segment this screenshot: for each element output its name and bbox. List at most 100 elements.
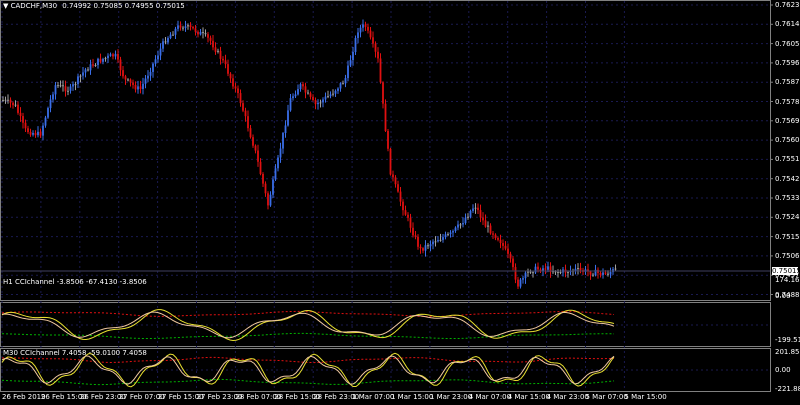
- candle-body: [207, 34, 209, 38]
- candle-body: [534, 266, 537, 273]
- candle-body: [164, 41, 167, 43]
- candle-body: [194, 28, 197, 32]
- candle-body: [354, 37, 357, 53]
- candle-body: [4, 99, 7, 101]
- candle-body: [262, 173, 264, 184]
- candle-body: [162, 41, 164, 49]
- candle-body: [464, 217, 467, 224]
- candle-body: [147, 75, 149, 79]
- price-axis-label: 0.75960: [775, 58, 800, 67]
- h1-lower-band: [2, 332, 615, 339]
- candle-body: [172, 34, 174, 36]
- candle-body: [449, 232, 452, 235]
- candle-body: [117, 53, 119, 60]
- candle-body: [607, 273, 609, 275]
- candle-body: [429, 244, 432, 247]
- time-axis-label: 1 Mar 07:00: [352, 393, 395, 401]
- chart-window[interactable]: ▼ CADCHF,M30 0.74992 0.75085 0.74955 0.7…: [0, 0, 800, 405]
- candle-body: [129, 79, 132, 83]
- candle-body: [289, 98, 292, 111]
- candle-body: [192, 27, 194, 29]
- candle-body: [92, 64, 94, 66]
- candle-body: [64, 86, 67, 92]
- candle-body: [362, 24, 364, 28]
- candle-body: [454, 227, 457, 232]
- candle-body: [149, 71, 152, 76]
- time-axis-label: 26 Feb 2019: [2, 393, 46, 401]
- candle-body: [224, 60, 227, 65]
- candle-body: [482, 217, 484, 221]
- candle-body: [519, 279, 522, 287]
- candle-body: [157, 55, 159, 60]
- candle-body: [139, 86, 142, 89]
- candle-body: [114, 53, 117, 57]
- candle-body: [217, 50, 219, 52]
- candle-body: [239, 93, 242, 104]
- candle-body: [599, 272, 602, 275]
- candle-body: [602, 272, 604, 275]
- candle-body: [94, 64, 97, 66]
- candle-body: [477, 207, 479, 211]
- candle-body: [264, 183, 267, 194]
- candle-body: [49, 99, 52, 109]
- time-axis-label: 5 Mar 15:00: [624, 393, 667, 401]
- m30-cci-caption: M30 CCIchannel 7.4058 -59.0100 7.4058: [3, 349, 147, 357]
- candle-body: [322, 99, 324, 103]
- candle-body: [487, 225, 489, 227]
- candle-body: [494, 234, 497, 239]
- candle-body: [74, 84, 77, 86]
- candle-body: [29, 132, 32, 135]
- candle-body: [127, 79, 129, 81]
- candle-body: [574, 268, 577, 271]
- candle-body: [202, 32, 204, 34]
- h1-axis-min: -199.5141: [775, 336, 800, 344]
- candle-body: [349, 60, 352, 66]
- candle-body: [424, 245, 427, 251]
- candle-body: [392, 174, 394, 178]
- candle-body: [434, 241, 437, 243]
- candle-body: [44, 117, 47, 126]
- time-axis-label: 4 Mar 23:00: [546, 393, 589, 401]
- candle-body: [492, 233, 494, 235]
- time-axis-label: 4 Mar 15:00: [507, 393, 550, 401]
- price-axis-label: 0.76050: [775, 39, 800, 48]
- candle-body: [154, 59, 157, 64]
- candle-body: [329, 94, 332, 97]
- candle-body: [479, 210, 482, 218]
- candle-body: [152, 63, 154, 72]
- candle-body: [387, 130, 389, 149]
- candle-body: [19, 112, 22, 117]
- h1-axis-zero: 0.00: [775, 292, 791, 300]
- candle-body: [17, 104, 19, 113]
- candle-body: [499, 239, 502, 244]
- candle-body: [184, 26, 187, 28]
- candle-body: [212, 40, 214, 48]
- candle-body: [427, 245, 429, 247]
- candle-body: [144, 78, 147, 84]
- candle-body: [199, 32, 202, 35]
- candle-body: [377, 51, 379, 59]
- candle-body: [294, 94, 297, 97]
- candle-body: [229, 73, 232, 79]
- candle-body: [222, 58, 224, 61]
- candle-body: [352, 52, 354, 61]
- chart-menu-arrow-icon[interactable]: ▼: [3, 2, 8, 10]
- candle-body: [444, 234, 447, 238]
- candle-body: [309, 93, 312, 97]
- candle-body: [24, 122, 27, 129]
- candle-body: [39, 131, 42, 136]
- chart-canvas[interactable]: [0, 0, 800, 405]
- price-axis-label: 0.76230: [775, 1, 800, 9]
- candle-body: [312, 96, 314, 101]
- candle-body: [57, 85, 59, 87]
- candle-body: [12, 102, 14, 106]
- candle-body: [334, 90, 337, 94]
- candle-body: [414, 235, 417, 237]
- h1-cci-caption: H1 CCIchannel -3.8506 -67.4130 -3.8506: [3, 278, 147, 286]
- candle-body: [462, 223, 464, 225]
- candle-body: [544, 268, 547, 270]
- candle-body: [412, 227, 414, 236]
- time-axis-label: 5 Mar 07:00: [585, 393, 628, 401]
- candle-body: [112, 54, 114, 57]
- m30-axis-max: 201.8555: [775, 348, 800, 356]
